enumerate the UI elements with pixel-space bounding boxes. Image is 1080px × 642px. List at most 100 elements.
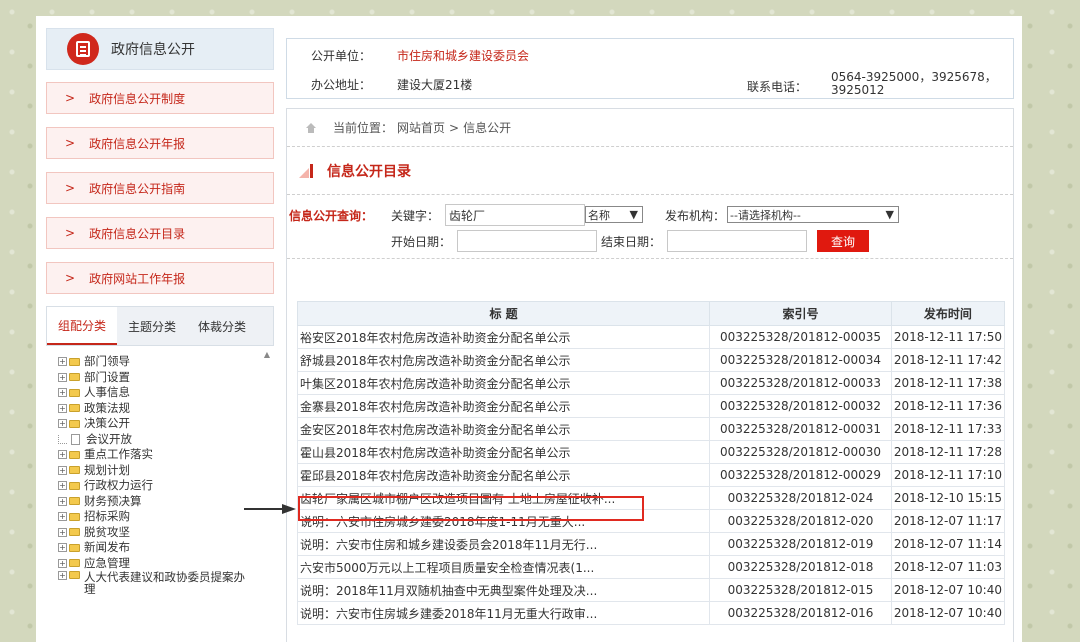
row-title-link[interactable]: 叶集区2018年农村危房改造补助资金分配名单公示: [296, 371, 711, 395]
tab-topic-category[interactable]: 主题分类: [117, 307, 187, 345]
tree-item[interactable]: + 人事信息: [46, 385, 274, 401]
table-row[interactable]: 说明：六安市住房城乡建委2018年度1-11月无重大... 003225328/2…: [296, 509, 1006, 533]
expand-icon[interactable]: +: [58, 543, 67, 553]
tab-composite-category[interactable]: 组配分类: [47, 307, 117, 345]
breadcrumb-prefix: 当前位置：: [333, 121, 394, 135]
category-tree: ▲ + 部门领导 + 部门设置 + 人事信息 + 政策法规 + 决策公开 会议开放 + 重点…: [46, 346, 274, 642]
section-marker-icon: [299, 163, 313, 178]
table-row[interactable]: 舒城县2018年农村危房改造补助资金分配名单公示 003225328/201812…: [296, 348, 1006, 372]
table-row[interactable]: 金寨县2018年农村危房改造补助资金分配名单公示 003225328/201812…: [296, 394, 1006, 418]
row-date: 2018-12-07 11:17: [890, 509, 1006, 533]
field-select[interactable]: 名称 ▼: [585, 206, 643, 223]
table-row[interactable]: 说明：六安市住房城乡建委2018年11月无重大行政审... 003225328/2…: [296, 601, 1006, 625]
row-date: 2018-12-10 15:15: [890, 486, 1006, 510]
row-title-link[interactable]: 说明：六安市住房和城乡建设委员会2018年11月无行...: [296, 532, 711, 556]
tree-item[interactable]: + 新闻发布: [46, 540, 274, 556]
folder-icon: [69, 450, 80, 459]
expand-icon[interactable]: +: [58, 403, 67, 413]
start-date-label: 开始日期：: [391, 235, 452, 249]
row-title-link[interactable]: 说明：2018年11月双随机抽查中无典型案件处理及决...: [296, 578, 711, 602]
row-title-link[interactable]: 金安区2018年农村危房改造补助资金分配名单公示: [296, 417, 711, 441]
category-tabs: 组配分类 主题分类 体裁分类: [46, 306, 274, 346]
tree-item[interactable]: + 财务预决算: [46, 494, 274, 510]
row-title-link[interactable]: 六安市5000万元以上工程项目质量安全检查情况表(1...: [296, 555, 711, 579]
breadcrumb-home-link[interactable]: 网站首页: [397, 119, 445, 136]
folder-icon: [69, 419, 80, 428]
expand-icon[interactable]: +: [58, 465, 67, 475]
row-title-link[interactable]: 齿轮厂家属区城市棚户区改造项目国有 土地上房屋征收补...: [296, 486, 711, 510]
scroll-up-arrow-icon[interactable]: ▲: [264, 350, 270, 359]
breadcrumb-separator: >: [449, 120, 460, 135]
table-row[interactable]: 金安区2018年农村危房改造补助资金分配名单公示 003225328/201812…: [296, 417, 1006, 441]
expand-icon[interactable]: +: [58, 512, 67, 522]
folder-icon: [69, 481, 80, 490]
expand-icon[interactable]: +: [58, 388, 67, 398]
table-row[interactable]: 说明：2018年11月双随机抽查中无典型案件处理及决... 003225328/2…: [296, 578, 1006, 602]
table-row[interactable]: 叶集区2018年农村危房改造补助资金分配名单公示 003225328/201812…: [296, 371, 1006, 395]
chevron-right-icon: >: [65, 136, 76, 150]
org-select[interactable]: --请选择机构-- ▼: [727, 206, 899, 223]
table-row[interactable]: 霍山县2018年农村危房改造补助资金分配名单公示 003225328/201812…: [296, 440, 1006, 464]
org-select-value: --请选择机构--: [730, 208, 801, 222]
page-icon: [71, 433, 80, 445]
table-row-highlighted[interactable]: 齿轮厂家属区城市棚户区改造项目国有 土地上房屋征收补... 003225328/2…: [296, 486, 1006, 510]
sidebar-item-disclosure-system[interactable]: > 政府信息公开制度: [46, 82, 274, 114]
expand-icon[interactable]: +: [58, 357, 67, 367]
sidebar-item-guide[interactable]: > 政府信息公开指南: [46, 172, 274, 204]
publisher-value: 市住房和城乡建设委员会: [397, 49, 530, 63]
tree-item[interactable]: + 部门领导: [46, 354, 274, 370]
expand-icon[interactable]: +: [58, 372, 67, 382]
expand-icon[interactable]: +: [58, 496, 67, 506]
tree-item[interactable]: + 重点工作落实: [46, 447, 274, 463]
header-index: 索引号: [709, 301, 892, 326]
tree-item[interactable]: + 政策法规: [46, 401, 274, 417]
tree-item[interactable]: + 应急管理: [46, 556, 274, 572]
tab-genre-category[interactable]: 体裁分类: [187, 307, 257, 345]
tree-item[interactable]: + 部门设置: [46, 370, 274, 386]
sidebar-item-catalog[interactable]: > 政府信息公开目录: [46, 217, 274, 249]
table-row[interactable]: 霍邱县2018年农村危房改造补助资金分配名单公示 003225328/201812…: [296, 463, 1006, 487]
row-title-link[interactable]: 说明：六安市住房城乡建委2018年11月无重大行政审...: [296, 601, 711, 625]
search-button[interactable]: 查询: [817, 230, 869, 252]
breadcrumb-current[interactable]: 信息公开: [463, 119, 511, 136]
sidebar-item-label: 政府信息公开年报: [89, 136, 186, 151]
start-date-input[interactable]: [457, 230, 597, 252]
tree-item[interactable]: + 规划计划: [46, 463, 274, 479]
table-row[interactable]: 裕安区2018年农村危房改造补助资金分配名单公示 003225328/201812…: [296, 325, 1006, 349]
row-index: 003225328/201812-024: [709, 486, 892, 510]
row-title-link[interactable]: 说明：六安市住房城乡建委2018年度1-11月无重大...: [296, 509, 711, 533]
row-index: 003225328/201812-019: [709, 532, 892, 556]
table-row[interactable]: 六安市5000万元以上工程项目质量安全检查情况表(1... 003225328/2…: [296, 555, 1006, 579]
row-title-link[interactable]: 金寨县2018年农村危房改造补助资金分配名单公示: [296, 394, 711, 418]
tree-item[interactable]: 会议开放: [46, 432, 274, 448]
row-title-link[interactable]: 舒城县2018年农村危房改造补助资金分配名单公示: [296, 348, 711, 372]
row-index: 003225328/201812-00029: [709, 463, 892, 487]
expand-icon[interactable]: +: [58, 450, 67, 460]
sidebar-item-annual-report[interactable]: > 政府信息公开年报: [46, 127, 274, 159]
sidebar-item-website-report[interactable]: > 政府网站工作年报: [46, 262, 274, 294]
end-date-input[interactable]: [667, 230, 807, 252]
expand-icon[interactable]: +: [58, 527, 67, 537]
chevron-right-icon: >: [65, 91, 76, 105]
table-row[interactable]: 说明：六安市住房和城乡建设委员会2018年11月无行... 003225328/2…: [296, 532, 1006, 556]
dropdown-arrow-icon: ▼: [885, 208, 894, 221]
expand-icon[interactable]: +: [58, 558, 67, 568]
keyword-input[interactable]: 齿轮厂: [445, 204, 585, 226]
row-index: 003225328/201812-00034: [709, 348, 892, 372]
expand-icon[interactable]: +: [58, 481, 67, 491]
row-title-link[interactable]: 霍山县2018年农村危房改造补助资金分配名单公示: [296, 440, 711, 464]
unit-info-box: 公开单位： 市住房和城乡建设委员会 办公地址： 建设大厦21楼 联系电话： 05…: [286, 38, 1014, 99]
tree-item[interactable]: + 脱贫攻坚: [46, 525, 274, 541]
row-title-link[interactable]: 裕安区2018年农村危房改造补助资金分配名单公示: [296, 325, 711, 349]
expand-icon[interactable]: +: [58, 571, 67, 580]
folder-icon: [69, 388, 80, 397]
expand-icon[interactable]: +: [58, 419, 67, 429]
folder-icon: [69, 466, 80, 475]
tree-item[interactable]: + 行政权力运行: [46, 478, 274, 494]
row-date: 2018-12-07 11:14: [890, 532, 1006, 556]
tree-item[interactable]: + 人大代表建议和政协委员提案办理: [46, 571, 274, 597]
chevron-right-icon: >: [65, 181, 76, 195]
tree-item[interactable]: + 决策公开: [46, 416, 274, 432]
tree-item[interactable]: + 招标采购: [46, 509, 274, 525]
row-title-link[interactable]: 霍邱县2018年农村危房改造补助资金分配名单公示: [296, 463, 711, 487]
